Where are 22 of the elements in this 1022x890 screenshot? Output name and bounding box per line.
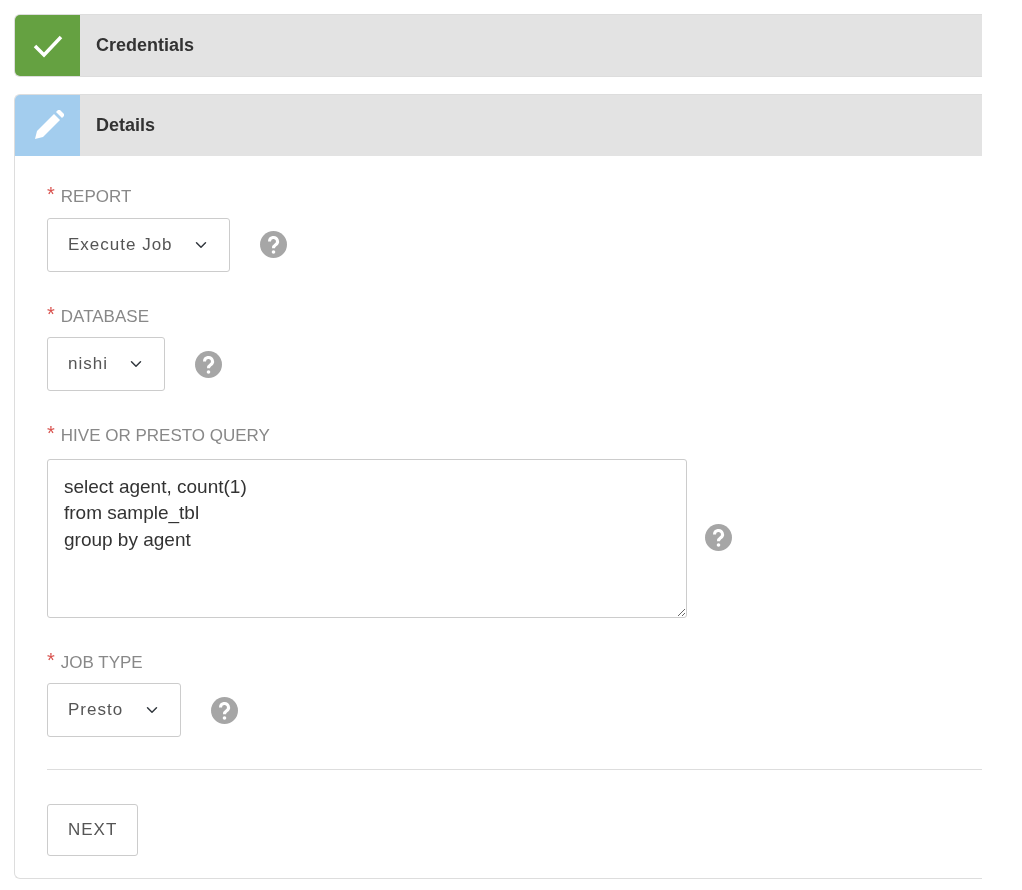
step-header[interactable]: Details xyxy=(15,95,982,156)
field-label: HIVE OR PRESTO QUERY xyxy=(60,425,270,447)
required-mark: * xyxy=(47,184,55,204)
field-label: JOB TYPE xyxy=(60,651,143,674)
step-header[interactable]: Credentials xyxy=(15,15,982,76)
dropdown[interactable]: nishi xyxy=(47,337,165,391)
dropdown[interactable]: Execute Job xyxy=(47,217,230,272)
step-title: Details xyxy=(96,114,156,137)
checkmark-icon xyxy=(32,33,63,58)
next-button[interactable]: NEXT xyxy=(47,804,139,856)
help-icon[interactable] xyxy=(260,231,287,258)
query-field[interactable]: select agent, count(1) from sample_tbl group by agent xyxy=(47,458,687,618)
field-label: DATABASE xyxy=(60,305,149,328)
field-label: REPORT xyxy=(60,186,132,208)
required-mark: * xyxy=(47,423,55,443)
step-title: Credentials xyxy=(96,34,195,57)
required-mark: * xyxy=(47,649,55,670)
dropdown[interactable]: Presto xyxy=(47,683,181,737)
required-mark: * xyxy=(47,303,55,324)
help-icon[interactable] xyxy=(705,523,732,551)
help-icon[interactable] xyxy=(211,696,238,724)
help-icon[interactable] xyxy=(195,350,222,378)
